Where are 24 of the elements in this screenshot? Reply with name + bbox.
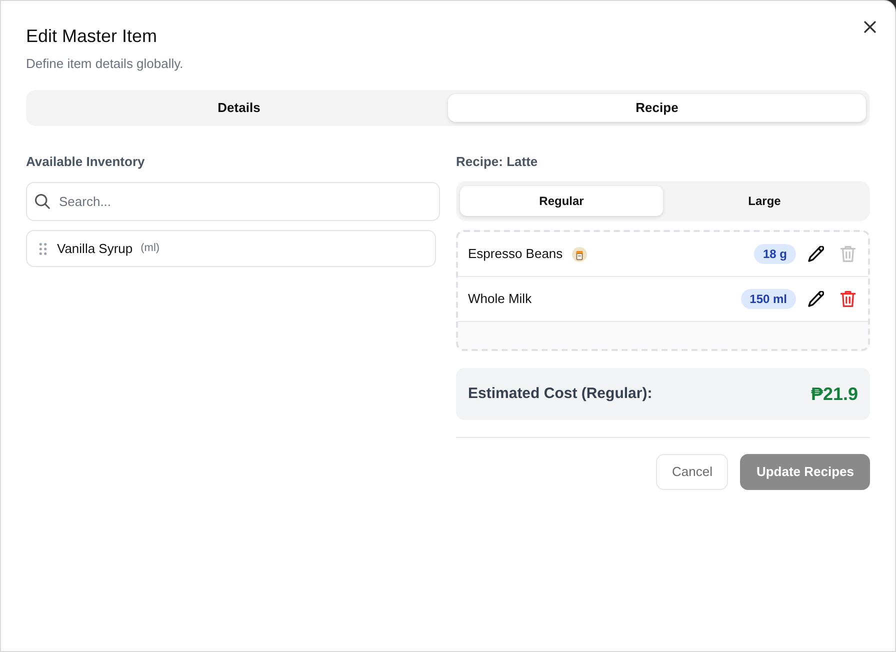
close-icon bbox=[864, 21, 876, 33]
cost-label: Estimated Cost (Regular): bbox=[468, 384, 652, 404]
section-heading: Available Inventory bbox=[26, 154, 146, 170]
dialog-subtitle: Define item details globally. bbox=[26, 55, 184, 73]
quantity-tag: 150 ml bbox=[740, 289, 796, 309]
size-tab[interactable]: Regular bbox=[460, 186, 663, 216]
drag-handle-icon[interactable] bbox=[39, 242, 47, 254]
tab[interactable]: Details bbox=[30, 94, 448, 122]
pencil-icon bbox=[808, 246, 824, 262]
dialog-title: Edit Master Item bbox=[26, 25, 158, 48]
ingredient-name: Whole Milk bbox=[468, 290, 532, 308]
item-name: Vanilla Syrup bbox=[57, 240, 133, 258]
item-unit: (ml) bbox=[140, 241, 160, 256]
tab[interactable]: Recipe bbox=[448, 94, 866, 122]
size-tab[interactable]: Large bbox=[663, 186, 866, 216]
cancel-button[interactable]: Cancel bbox=[656, 454, 728, 490]
cost-value: ₱21.9 bbox=[810, 382, 858, 406]
search-field[interactable]: Search... bbox=[26, 182, 440, 221]
recipe-heading: Recipe: Latte bbox=[456, 154, 539, 170]
quantity-tag: 18 g bbox=[754, 244, 796, 264]
inventory-item[interactable]: Vanilla Syrup (ml) bbox=[26, 230, 436, 267]
ingredient-name: Espresso Beans bbox=[468, 245, 563, 264]
search-icon bbox=[35, 194, 50, 209]
pencil-icon bbox=[808, 291, 824, 307]
